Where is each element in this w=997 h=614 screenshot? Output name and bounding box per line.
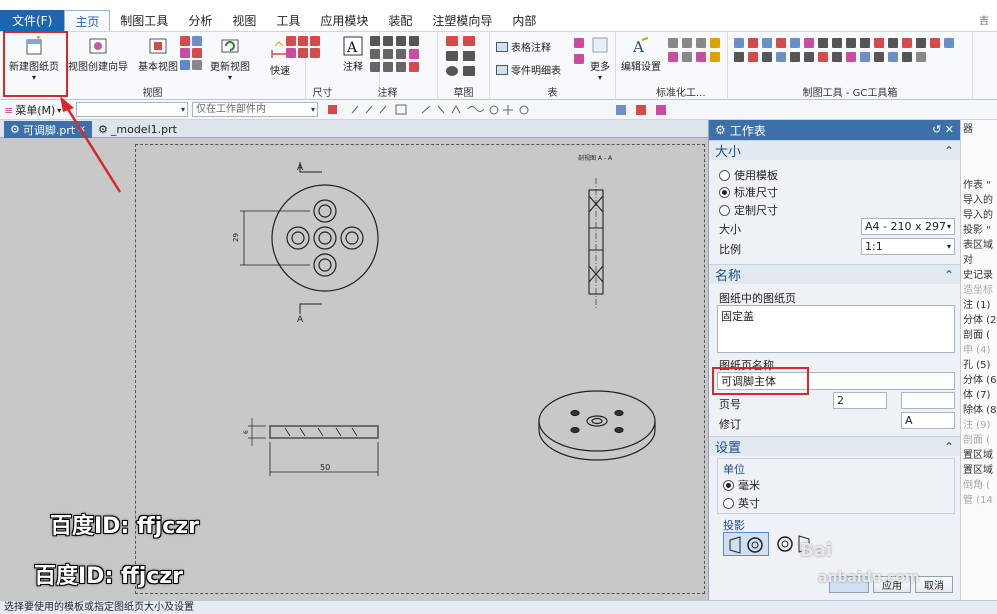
watermark-line-2: 百度ID: ffjczr <box>34 564 183 589</box>
watermark-line-1: 百度ID: ffjczr <box>50 514 199 539</box>
watermark-brand: Bai <box>800 540 833 561</box>
watermark-brand-sub: anbaidu.com <box>818 570 920 586</box>
